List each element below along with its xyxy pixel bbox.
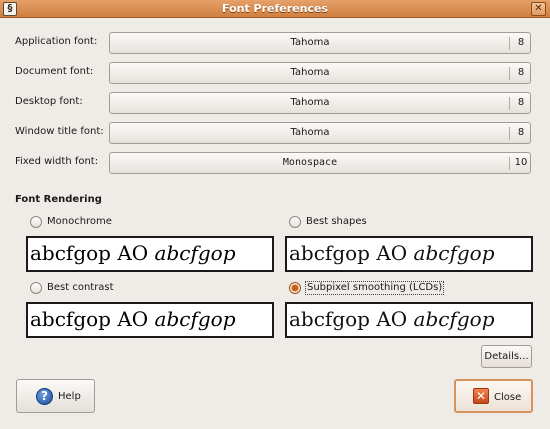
font-row-fixed-width: Fixed width font: Monospace 10 [0, 152, 550, 174]
close-button-label: Close [494, 392, 522, 403]
help-icon: ? [36, 388, 53, 405]
document-font-size: 8 [517, 67, 525, 78]
subpixel-smoothing-radio[interactable] [289, 282, 301, 294]
font-row-window-title: Window title font: Tahoma 8 [0, 122, 550, 144]
fixed-width-font-size: 10 [514, 157, 528, 168]
desktop-font-size: 8 [517, 97, 525, 108]
sample-italic-text: abcfgop [413, 307, 495, 331]
monochrome-label: Monochrome [47, 216, 112, 227]
subpixel-smoothing-label: Subpixel smoothing (LCDs) [305, 281, 445, 295]
document-font-button[interactable]: Tahoma 8 [109, 62, 531, 84]
font-row-document: Document font: Tahoma 8 [0, 62, 550, 84]
desktop-font-button[interactable]: Tahoma 8 [109, 92, 531, 114]
close-button[interactable]: ✕ Close [454, 379, 533, 413]
monochrome-sample[interactable]: abcfgop AO abcfgop [26, 236, 274, 272]
sample-regular-text: abcfgop AO [289, 241, 414, 265]
help-button[interactable]: ? Help [16, 379, 95, 413]
window-title-font-name: Tahoma [290, 127, 330, 138]
monochrome-radio[interactable] [30, 216, 42, 228]
window-title-font-button[interactable]: Tahoma 8 [109, 122, 531, 144]
document-font-label: Document font: [15, 66, 94, 77]
best-shapes-label: Best shapes [306, 216, 367, 227]
details-button[interactable]: Details... [481, 345, 532, 368]
best-contrast-radio[interactable] [30, 282, 42, 294]
window-close-icon[interactable]: ✕ [531, 2, 546, 16]
title-bar[interactable]: § Font Preferences ✕ [0, 0, 550, 18]
best-contrast-sample[interactable]: abcfgop AO abcfgop [26, 302, 274, 338]
best-contrast-label: Best contrast [47, 282, 114, 293]
sample-italic-text: abcfgop [154, 307, 236, 331]
best-shapes-sample[interactable]: abcfgop AO abcfgop [285, 236, 533, 272]
sample-regular-text: abcfgop AO [289, 307, 414, 331]
font-row-desktop: Desktop font: Tahoma 8 [0, 92, 550, 114]
document-font-name: Tahoma [290, 67, 330, 78]
font-rendering-heading: Font Rendering [15, 194, 102, 205]
subpixel-smoothing-sample[interactable]: abcfgop AO abcfgop [285, 302, 533, 338]
sample-regular-text: abcfgop AO [30, 307, 155, 331]
font-row-application: Application font: Tahoma 8 [0, 32, 550, 54]
application-font-name: Tahoma [290, 37, 330, 48]
fixed-width-font-button[interactable]: Monospace 10 [109, 152, 531, 174]
desktop-font-name: Tahoma [290, 97, 330, 108]
window-title-font-label: Window title font: [15, 126, 104, 137]
sample-italic-text: abcfgop [413, 241, 495, 265]
desktop-font-label: Desktop font: [15, 96, 83, 107]
application-font-label: Application font: [15, 36, 98, 47]
help-button-label: Help [58, 391, 81, 402]
fixed-width-font-label: Fixed width font: [15, 156, 99, 167]
close-icon: ✕ [473, 388, 489, 404]
fixed-width-font-name: Monospace [282, 157, 338, 168]
application-font-size: 8 [517, 37, 525, 48]
window-title-font-size: 8 [517, 127, 525, 138]
best-shapes-radio[interactable] [289, 216, 301, 228]
font-preferences-window: § Font Preferences ✕ Application font: T… [0, 0, 550, 429]
application-font-button[interactable]: Tahoma 8 [109, 32, 531, 54]
window-title: Font Preferences [222, 2, 328, 15]
sample-italic-text: abcfgop [154, 241, 236, 265]
sample-regular-text: abcfgop AO [30, 241, 155, 265]
